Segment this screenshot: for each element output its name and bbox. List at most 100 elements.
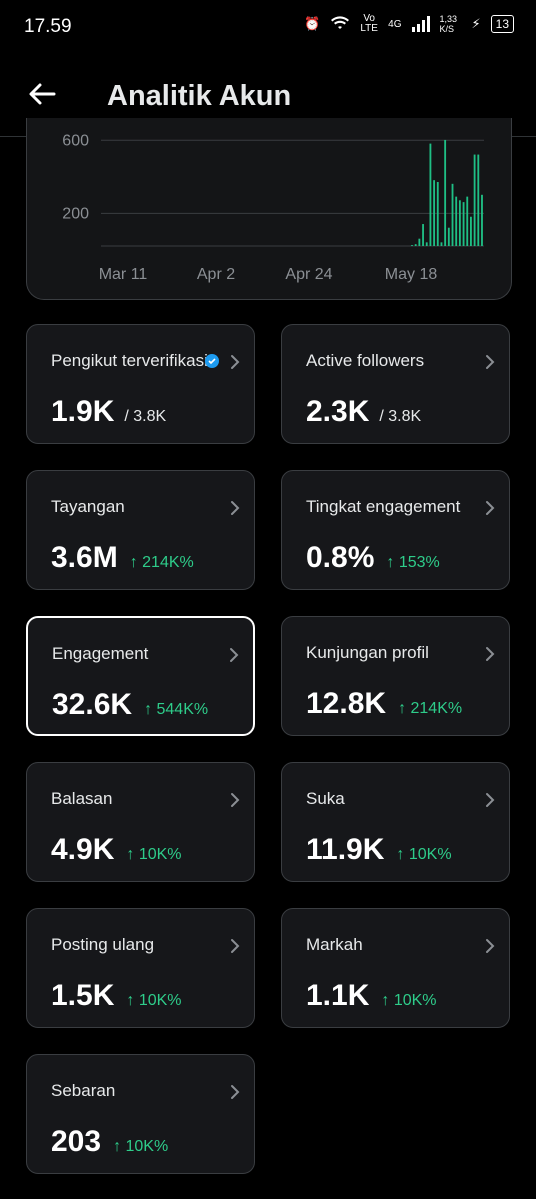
metric-card-kunjungan-profil[interactable]: Kunjungan profil 12.8K ↑ 214K% bbox=[281, 616, 510, 736]
chevron-right-icon bbox=[486, 501, 495, 515]
chart-bar bbox=[429, 143, 432, 246]
chevron-right-icon bbox=[486, 355, 495, 369]
metric-label: Active followers bbox=[306, 351, 425, 370]
chevron-right-icon bbox=[486, 939, 495, 953]
metric-card-posting-ulang[interactable]: Posting ulang 1.5K ↑ 10K% bbox=[26, 908, 255, 1028]
chart-bar bbox=[455, 196, 458, 246]
metric-value: 11.9K bbox=[306, 833, 385, 866]
metric-value-row: 11.9K ↑ 10K% bbox=[306, 833, 452, 867]
metric-card-balasan[interactable]: Balasan 4.9K ↑ 10K% bbox=[26, 762, 255, 882]
chart-bar bbox=[411, 245, 413, 246]
chevron-right-icon bbox=[486, 793, 495, 807]
metric-label: Suka bbox=[306, 789, 345, 808]
chevron-right-icon bbox=[231, 1085, 240, 1099]
x-tick-label: May 18 bbox=[385, 266, 438, 283]
chevron-right-icon bbox=[231, 501, 240, 515]
metric-card-tingkat-engagement[interactable]: Tingkat engagement 0.8% ↑ 153% bbox=[281, 470, 510, 590]
chart-bar bbox=[481, 194, 483, 246]
metric-value: 2.3K bbox=[306, 395, 370, 428]
metric-value: 1.9K bbox=[51, 395, 115, 428]
metric-total: / 3.8K bbox=[379, 408, 422, 425]
status-icons: ⏰ Vo LTE 4G 1,33 K/S ⚡ 13 bbox=[304, 14, 514, 34]
verified-badge-icon bbox=[205, 354, 219, 368]
chevron-right-icon bbox=[231, 355, 240, 369]
metric-value-row: 4.9K ↑ 10K% bbox=[51, 833, 182, 867]
metric-value: 32.6K bbox=[52, 688, 133, 721]
metric-change: ↑ 214K% bbox=[398, 700, 463, 717]
battery-icon: 13 bbox=[490, 15, 514, 33]
metric-label: Tayangan bbox=[51, 497, 125, 516]
volte-label: Vo LTE bbox=[360, 13, 378, 34]
metric-card-markah[interactable]: Markah 1.1K ↑ 10K% bbox=[281, 908, 510, 1028]
chart-bar bbox=[414, 244, 417, 246]
network-label: 4G bbox=[388, 18, 402, 30]
chevron-right-icon bbox=[230, 648, 239, 662]
metric-label: Posting ulang bbox=[51, 935, 155, 954]
metric-value: 1.5K bbox=[51, 979, 115, 1012]
chart-bar bbox=[433, 180, 436, 246]
metric-value-row: 1.5K ↑ 10K% bbox=[51, 979, 182, 1013]
chevron-right-icon bbox=[486, 647, 495, 661]
chart-svg: 600 200 Mar 11 Apr 2 Apr 24 May 18 bbox=[62, 132, 484, 283]
metric-total: / 3.8K bbox=[124, 408, 167, 425]
metric-change: ↑ 10K% bbox=[396, 846, 452, 863]
chart-bar bbox=[470, 216, 472, 246]
wifi-icon bbox=[330, 15, 350, 34]
metric-card-engagement[interactable]: Engagement 32.6K ↑ 544K% bbox=[26, 616, 255, 736]
metric-change: ↑ 10K% bbox=[113, 1138, 169, 1155]
metric-label: Markah bbox=[306, 935, 363, 954]
metric-card-active-followers[interactable]: Active followers 2.3K / 3.8K bbox=[281, 324, 510, 444]
metric-value-row: 12.8K ↑ 214K% bbox=[306, 687, 462, 721]
metric-card-sebaran[interactable]: Sebaran 203 ↑ 10K% bbox=[26, 1054, 255, 1174]
y-tick-label: 600 bbox=[62, 132, 89, 149]
metric-value-row: 0.8% ↑ 153% bbox=[306, 541, 440, 575]
metric-label: Kunjungan profil bbox=[306, 643, 429, 662]
back-arrow-icon[interactable] bbox=[26, 78, 58, 110]
metric-value-row: 3.6M ↑ 214K% bbox=[51, 541, 194, 575]
metric-label: Sebaran bbox=[51, 1081, 116, 1100]
metric-change: ↑ 214K% bbox=[129, 554, 194, 571]
metric-value-row: 1.9K / 3.8K bbox=[51, 395, 166, 429]
x-tick-label: Apr 24 bbox=[285, 266, 332, 283]
metric-value: 3.6M bbox=[51, 541, 118, 574]
alarm-icon: ⏰ bbox=[303, 16, 321, 31]
chart-bar bbox=[425, 242, 428, 246]
chart-bar bbox=[451, 183, 454, 246]
metric-value: 203 bbox=[51, 1125, 102, 1158]
metric-change: ↑ 10K% bbox=[381, 992, 437, 1009]
metric-card-tayangan[interactable]: Tayangan 3.6M ↑ 214K% bbox=[26, 470, 255, 590]
metric-label: Engagement bbox=[52, 644, 149, 663]
x-tick-label: Apr 2 bbox=[197, 266, 235, 283]
metric-label: Tingkat engagement bbox=[306, 497, 461, 516]
metric-change: ↑ 10K% bbox=[126, 846, 182, 863]
x-tick-label: Mar 11 bbox=[99, 266, 148, 283]
chart-bar bbox=[447, 227, 450, 246]
chart-bar bbox=[458, 200, 461, 246]
chart-bar bbox=[436, 182, 439, 246]
chart-bar bbox=[466, 196, 469, 246]
charging-icon: ⚡ bbox=[471, 16, 481, 31]
status-bar: 17.59 ⏰ Vo LTE 4G 1,33 K/S ⚡ 13 bbox=[0, 0, 536, 56]
metric-value: 0.8% bbox=[306, 541, 375, 574]
metric-change: ↑ 153% bbox=[386, 554, 440, 571]
y-tick-label: 200 bbox=[62, 205, 89, 222]
metric-value-row: 32.6K ↑ 544K% bbox=[52, 688, 208, 722]
chart-bar bbox=[418, 238, 421, 246]
chart-bar bbox=[422, 224, 424, 246]
metric-value: 12.8K bbox=[306, 687, 387, 720]
metric-change: ↑ 544K% bbox=[144, 701, 209, 718]
speed-label: 1,33 K/S bbox=[439, 14, 458, 34]
metric-label: Balasan bbox=[51, 789, 113, 808]
metric-value: 1.1K bbox=[306, 979, 370, 1012]
analytics-chart: 600 200 Mar 11 Apr 2 Apr 24 May 18 bbox=[26, 118, 512, 300]
page-title: Analitik Akun bbox=[107, 80, 292, 112]
chart-bar bbox=[444, 139, 447, 246]
signal-icon bbox=[411, 16, 430, 32]
metric-card-pengikut-terverifikasi[interactable]: Pengikut terverifikasi 1.9K / 3.8K bbox=[26, 324, 255, 444]
chart-bar bbox=[440, 242, 443, 246]
metric-value-row: 1.1K ↑ 10K% bbox=[306, 979, 437, 1013]
metric-card-suka[interactable]: Suka 11.9K ↑ 10K% bbox=[281, 762, 510, 882]
metric-value: 4.9K bbox=[51, 833, 115, 866]
metric-label: Pengikut terverifikasi bbox=[51, 351, 208, 370]
chevron-right-icon bbox=[231, 939, 240, 953]
